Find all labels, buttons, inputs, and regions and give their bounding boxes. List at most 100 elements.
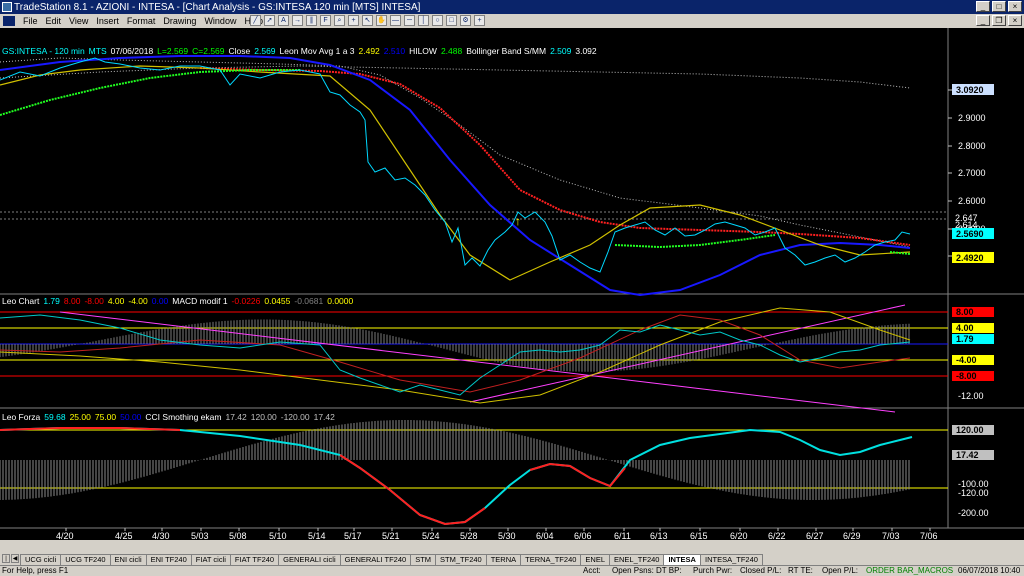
status-open-pl: Open P/L: (822, 566, 859, 575)
menu-bar: File Edit View Insert Format Drawing Win… (0, 14, 1024, 28)
tab-eni-tf240[interactable]: ENI TF240 (145, 554, 192, 565)
title-bar: TradeStation 8.1 - AZIONI - INTESA - [Ch… (0, 0, 1024, 14)
panel2-legend-item: 4.00 (107, 296, 125, 306)
panel3-legend-item: 59.68 (44, 412, 66, 422)
chart-window-icon[interactable] (3, 16, 15, 26)
cci-tag: 17.42 (956, 450, 979, 460)
panel1-legend-item: MTS (88, 46, 107, 56)
menu-insert[interactable]: Insert (92, 16, 123, 26)
tab-enel[interactable]: ENEL (580, 554, 611, 565)
yellow-moving-average (0, 65, 911, 281)
maximize-button[interactable]: □ (992, 1, 1006, 12)
tab-terna-tf240[interactable]: TERNA_TF240 (520, 554, 582, 565)
date-label: 5/03 (191, 531, 209, 540)
circle-icon[interactable]: ○ (432, 15, 443, 26)
panel2-legend-item: -0.0681 (294, 296, 324, 306)
text-icon[interactable]: A (278, 15, 289, 26)
date-label: 5/24 (422, 531, 440, 540)
crosshair-icon[interactable]: + (348, 15, 359, 26)
price-panel-legend: GS:INTESA - 120 min MTS 07/06/2018 L=2.569 C… (2, 46, 597, 56)
cci-panel[interactable]: -100.00-120.00-200.00 120.0017.42 (0, 420, 994, 526)
red-moving-average (199, 67, 911, 246)
tab-prev-icon[interactable]: ◀ (11, 554, 19, 563)
hand-icon[interactable]: ✋ (376, 15, 387, 26)
channel-icon[interactable]: ∥ (306, 15, 317, 26)
oscillator-tag: 4.00 (956, 323, 974, 333)
menu-edit[interactable]: Edit (42, 16, 66, 26)
date-label: 4/30 (152, 531, 170, 540)
tab-eni-cicli[interactable]: ENI cicli (109, 554, 147, 565)
date-label: 5/17 (344, 531, 362, 540)
zoom-icon[interactable]: ⌕ (334, 15, 345, 26)
tab-intesa-tf240[interactable]: INTESA_TF240 (699, 554, 763, 565)
tab-stm[interactable]: STM (410, 554, 437, 565)
date-label: 4/20 (56, 531, 74, 540)
date-label: 6/13 (650, 531, 668, 540)
line-icon[interactable]: — (390, 15, 401, 26)
tab-first-icon[interactable]: |◀ (2, 554, 10, 571)
price-axis-label: 2.7000 (958, 168, 986, 178)
price-tag: 3.0920 (956, 85, 984, 95)
fib-icon[interactable]: F (320, 15, 331, 26)
tab-generali-cicli[interactable]: GENERALI cicli (278, 554, 341, 565)
panel2-legend-item: Leo Chart (2, 296, 40, 306)
mdi-close-button[interactable]: × (1008, 15, 1022, 26)
close-button[interactable]: × (1008, 1, 1022, 12)
trendline-icon[interactable]: ╱ (250, 15, 261, 26)
tab-intesa[interactable]: INTESA (663, 554, 701, 565)
panel2-legend-item: 8.00 (63, 296, 81, 306)
status-macro[interactable]: ORDER BAR_MACROS (866, 566, 953, 576)
tab-ucg-cicli[interactable]: UCG cicli (20, 554, 62, 565)
chart-canvas[interactable]: ↑ 2.647 2.614 3.00002.90002.80002.70002.… (0, 28, 1024, 540)
blue-moving-average (0, 55, 911, 297)
mdi-restore-button[interactable]: ❐ (992, 15, 1006, 26)
panel1-legend-item: 2.488 (440, 46, 463, 56)
red-oscillator-line (0, 314, 911, 393)
menu-window[interactable]: Window (200, 16, 240, 26)
date-label: 6/04 (536, 531, 554, 540)
vertical-line-icon[interactable]: │ (418, 15, 429, 26)
menu-view[interactable]: View (65, 16, 92, 26)
menu-file[interactable]: File (19, 16, 42, 26)
oscillator-panel[interactable]: -12.00 8.00 4.001.79 -4.00 -8.00 (0, 304, 994, 413)
price-tag: 2.4920 (956, 253, 984, 263)
panel2-legend-item: 1.79 (43, 296, 60, 306)
magenta-trendline (59, 311, 896, 413)
yellow-oscillator-line (0, 307, 911, 404)
status-rt-te: RT TE: (788, 566, 813, 575)
horizontal-line-icon[interactable]: ─ (404, 15, 415, 26)
date-label: 5/21 (382, 531, 400, 540)
tab-stm-tf240[interactable]: STM_TF240 (435, 554, 487, 565)
panel3-legend-item: Leo Forza (2, 412, 41, 422)
price-panel[interactable]: ↑ 2.647 2.614 3.00002.90002.80002.70002.… (0, 55, 994, 297)
panel1-legend-item: Bollinger Band S/MM (466, 46, 547, 56)
tab-fiat-tf240[interactable]: FIAT TF240 (229, 554, 280, 565)
menu-drawing[interactable]: Drawing (159, 16, 200, 26)
gear-icon[interactable]: ⚙ (460, 15, 471, 26)
menu-format[interactable]: Format (123, 16, 160, 26)
pointer-icon[interactable]: ↖ (362, 15, 373, 26)
plus-icon[interactable]: + (474, 15, 485, 26)
ray-icon[interactable]: → (292, 15, 303, 26)
tab-ucg-tf240[interactable]: UCG TF240 (60, 554, 111, 565)
tab-terna[interactable]: TERNA (485, 554, 522, 565)
panel3-legend-item: 17.42 (225, 412, 247, 422)
square-icon[interactable]: □ (446, 15, 457, 26)
chart-area[interactable]: ↑ 2.647 2.614 3.00002.90002.80002.70002.… (0, 28, 1024, 540)
tab-generali-tf240[interactable]: GENERALI TF240 (339, 554, 412, 565)
mdi-minimize-button[interactable]: _ (976, 15, 990, 26)
tab-fiat-cicli[interactable]: FIAT cicli (190, 554, 231, 565)
cci-axis-label: -200.00 (958, 508, 989, 518)
arrow-icon[interactable]: ➚ (264, 15, 275, 26)
panel2-legend-item: MACD modif 1 (172, 296, 228, 306)
macd-histogram (0, 319, 910, 372)
tab-enel-tf240[interactable]: ENEL_TF240 (609, 554, 665, 565)
bollinger-long-line (0, 65, 911, 89)
status-purch-pwr: Purch Pwr: (693, 566, 733, 575)
date-label: 6/22 (768, 531, 786, 540)
minimize-button[interactable]: _ (976, 1, 990, 12)
date-label: 5/14 (308, 531, 326, 540)
price-tag: 2.5690 (956, 229, 984, 239)
panel3-legend-item: 17.42 (313, 412, 335, 422)
cci-tag: 120.00 (956, 425, 984, 435)
